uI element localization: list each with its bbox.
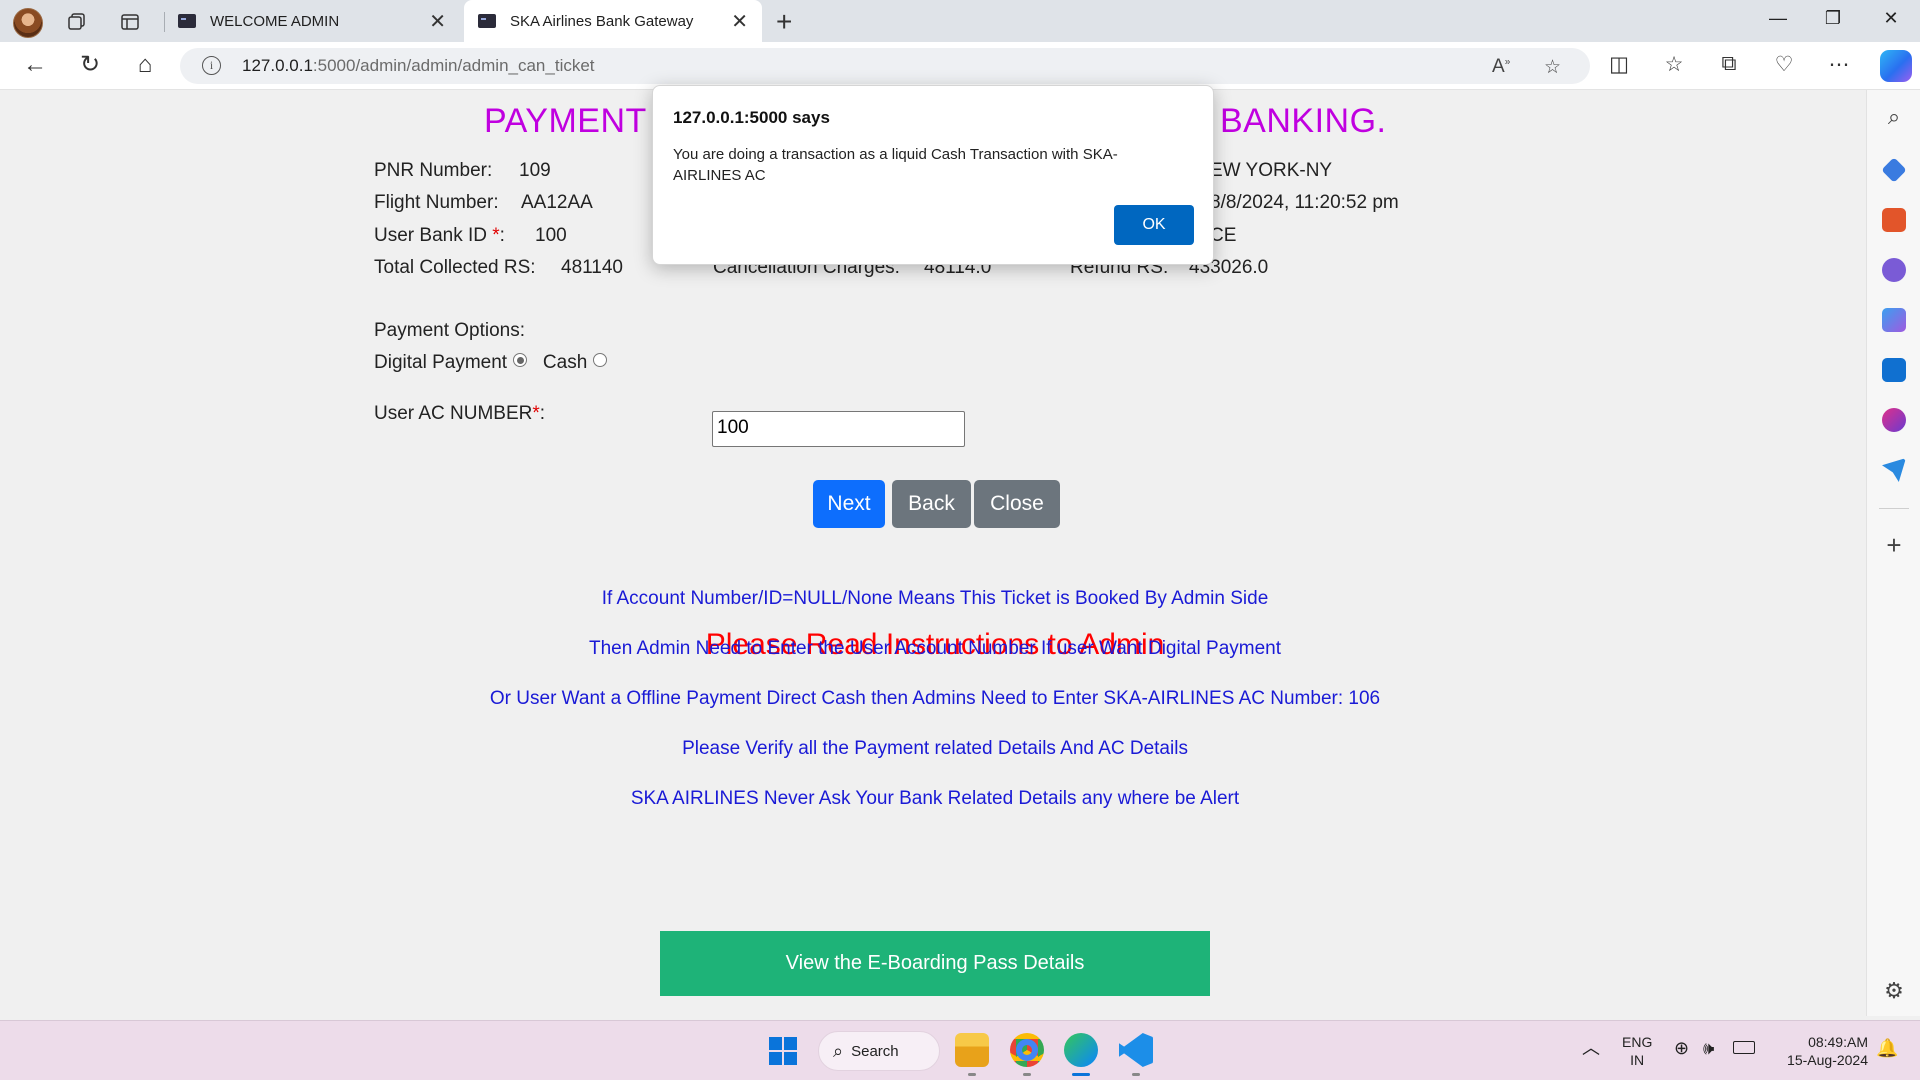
running-indicator xyxy=(968,1073,976,1076)
pnr-value: 109 xyxy=(519,160,551,181)
total-collected-value: 481140 xyxy=(561,257,623,278)
taskbar-search-label: Search xyxy=(851,1042,899,1060)
search-icon: ⌕ xyxy=(833,1040,844,1061)
network-icon[interactable]: ⊕ xyxy=(1674,1039,1689,1057)
window-close-icon[interactable]: ✕ xyxy=(1878,8,1904,29)
dialog-title: 127.0.0.1:5000 says xyxy=(673,108,830,127)
copilot-m365-icon[interactable] xyxy=(1882,308,1906,332)
payment-options-label: Payment Options: xyxy=(374,320,526,341)
terminal-favicon-icon xyxy=(178,14,196,28)
windows-taskbar: ⌕ Search ︿ ENG IN ⊕ 🕪 08:49:AM 15-Aug-2024… xyxy=(0,1020,1920,1080)
favorite-star-icon[interactable]: ☆ xyxy=(1544,56,1561,79)
running-indicator xyxy=(1132,1073,1140,1076)
instruction-line: Or User Want a Offline Payment Direct Ca… xyxy=(489,688,1381,709)
games-icon[interactable] xyxy=(1882,258,1906,282)
tray-chevron-icon[interactable]: ︿ xyxy=(1582,1039,1600,1057)
tools-briefcase-icon[interactable] xyxy=(1882,208,1906,232)
tab-welcome-admin[interactable]: WELCOME ADMIN ✕ xyxy=(170,0,460,42)
designer-icon[interactable] xyxy=(1882,408,1906,432)
notification-bell-icon[interactable]: 🔔 xyxy=(1876,1039,1898,1057)
back-button[interactable]: Back xyxy=(892,480,971,528)
ac-number-label: User AC NUMBER*: xyxy=(374,403,546,424)
ac-number-input[interactable]: 100 xyxy=(712,411,965,447)
sidebar-settings-icon[interactable]: ⚙ xyxy=(1867,978,1920,1004)
browser-essentials-icon[interactable]: ♡ xyxy=(1769,52,1799,77)
next-button[interactable]: Next xyxy=(813,480,885,528)
edge-sidebar: ⌕ + ⚙ xyxy=(1866,90,1920,1016)
total-collected-label: Total Collected RS: xyxy=(374,257,536,278)
workspaces-icon[interactable] xyxy=(64,9,90,35)
tab-divider xyxy=(164,12,165,32)
instruction-line: If Account Number/ID=NULL/None Means Thi… xyxy=(601,588,1269,609)
back-arrow-icon[interactable]: ← xyxy=(20,52,50,78)
browser-toolbar: ← ↻ ⌂ i 127.0.0.1:5000/admin/admin/admin… xyxy=(0,42,1920,90)
refresh-icon[interactable]: ↻ xyxy=(75,52,105,78)
cash-radio[interactable] xyxy=(593,353,608,367)
destination-value: EW YORK-NY xyxy=(1210,160,1333,181)
collections-icon[interactable]: ⧉ xyxy=(1714,52,1744,76)
battery-icon[interactable] xyxy=(1733,1041,1755,1054)
running-indicator xyxy=(1023,1073,1031,1076)
close-tab-icon[interactable]: ✕ xyxy=(731,9,748,34)
vertical-tabs-icon[interactable] xyxy=(117,9,143,35)
split-screen-icon[interactable]: ◫ xyxy=(1604,52,1634,77)
dialog-ok-button[interactable]: OK xyxy=(1114,205,1194,245)
payment-options-group: Digital Payment Cash xyxy=(374,352,608,374)
restore-icon[interactable]: ❐ xyxy=(1820,8,1846,29)
edge-icon[interactable] xyxy=(1064,1033,1098,1067)
instruction-line: SKA AIRLINES Never Ask Your Bank Related… xyxy=(630,788,1240,809)
volume-icon[interactable]: 🕪 xyxy=(1703,1039,1714,1057)
sidebar-divider xyxy=(1879,508,1909,509)
favorites-icon[interactable]: ☆ xyxy=(1659,52,1689,77)
taskbar-clock[interactable]: 08:49:AM 15-Aug-2024 xyxy=(1766,1033,1868,1069)
alert-dialog: 127.0.0.1:5000 says You are doing a tran… xyxy=(652,85,1214,265)
digital-payment-label: Digital Payment xyxy=(374,352,508,373)
page-heading-right: BANKING. xyxy=(1220,102,1387,140)
flight-label: Flight Number: xyxy=(374,192,499,213)
site-info-icon[interactable]: i xyxy=(202,56,221,75)
instruction-line: Then Admin Need to Enter the User Accoun… xyxy=(588,638,1282,659)
new-tab-icon[interactable]: + xyxy=(776,6,792,38)
more-options-icon[interactable]: ⋯ xyxy=(1824,52,1854,77)
close-button[interactable]: Close xyxy=(974,480,1060,528)
language-indicator[interactable]: ENG IN xyxy=(1622,1033,1652,1069)
flight-value: AA12AA xyxy=(521,192,593,213)
url-text[interactable]: 127.0.0.1:5000/admin/admin/admin_can_tic… xyxy=(242,56,595,76)
shopping-tag-icon[interactable] xyxy=(1881,157,1907,183)
vscode-icon[interactable] xyxy=(1119,1033,1153,1067)
cash-label: Cash xyxy=(542,352,588,373)
home-icon[interactable]: ⌂ xyxy=(130,52,160,78)
file-explorer-icon[interactable] xyxy=(955,1033,989,1067)
read-aloud-icon[interactable]: A» xyxy=(1492,56,1510,78)
sidebar-search-icon[interactable]: ⌕ xyxy=(1867,104,1920,130)
digital-payment-radio[interactable] xyxy=(513,353,528,367)
tab-ska-airlines-bank-gateway[interactable]: SKA Airlines Bank Gateway ✕ xyxy=(464,0,762,42)
tab-label: SKA Airlines Bank Gateway xyxy=(510,12,694,30)
browser-tab-bar: WELCOME ADMIN ✕ SKA Airlines Bank Gatewa… xyxy=(0,0,1920,42)
chrome-icon[interactable] xyxy=(1010,1033,1044,1067)
dialog-message: You are doing a transaction as a liquid … xyxy=(673,146,1118,184)
windows-start-icon[interactable] xyxy=(769,1037,797,1065)
taskbar-search[interactable]: ⌕ Search xyxy=(818,1031,940,1071)
active-indicator xyxy=(1072,1073,1090,1076)
profile-avatar[interactable] xyxy=(13,8,43,38)
minimize-icon[interactable]: — xyxy=(1765,8,1791,29)
instruction-line: Please Verify all the Payment related De… xyxy=(682,738,1188,759)
sidebar-add-icon[interactable]: + xyxy=(1867,530,1920,561)
pnr-label: PNR Number: xyxy=(374,160,493,181)
outlook-icon[interactable] xyxy=(1882,358,1906,382)
close-tab-icon[interactable]: ✕ xyxy=(429,9,446,34)
booking-date-value: 8/8/2024, 11:20:52 pm xyxy=(1210,192,1399,213)
view-eboarding-pass-button[interactable]: View the E-Boarding Pass Details xyxy=(660,931,1210,996)
address-bar[interactable]: i 127.0.0.1:5000/admin/admin/admin_can_t… xyxy=(180,48,1590,84)
bank-id-label: User Bank ID *: xyxy=(374,225,505,246)
page-heading-left: PAYMENT xyxy=(484,102,647,140)
tab-label: WELCOME ADMIN xyxy=(210,12,340,30)
send-icon[interactable] xyxy=(1882,458,1906,482)
terminal-favicon-icon xyxy=(478,14,496,28)
copilot-icon[interactable] xyxy=(1880,50,1912,82)
bank-id-value: 100 xyxy=(535,225,567,246)
